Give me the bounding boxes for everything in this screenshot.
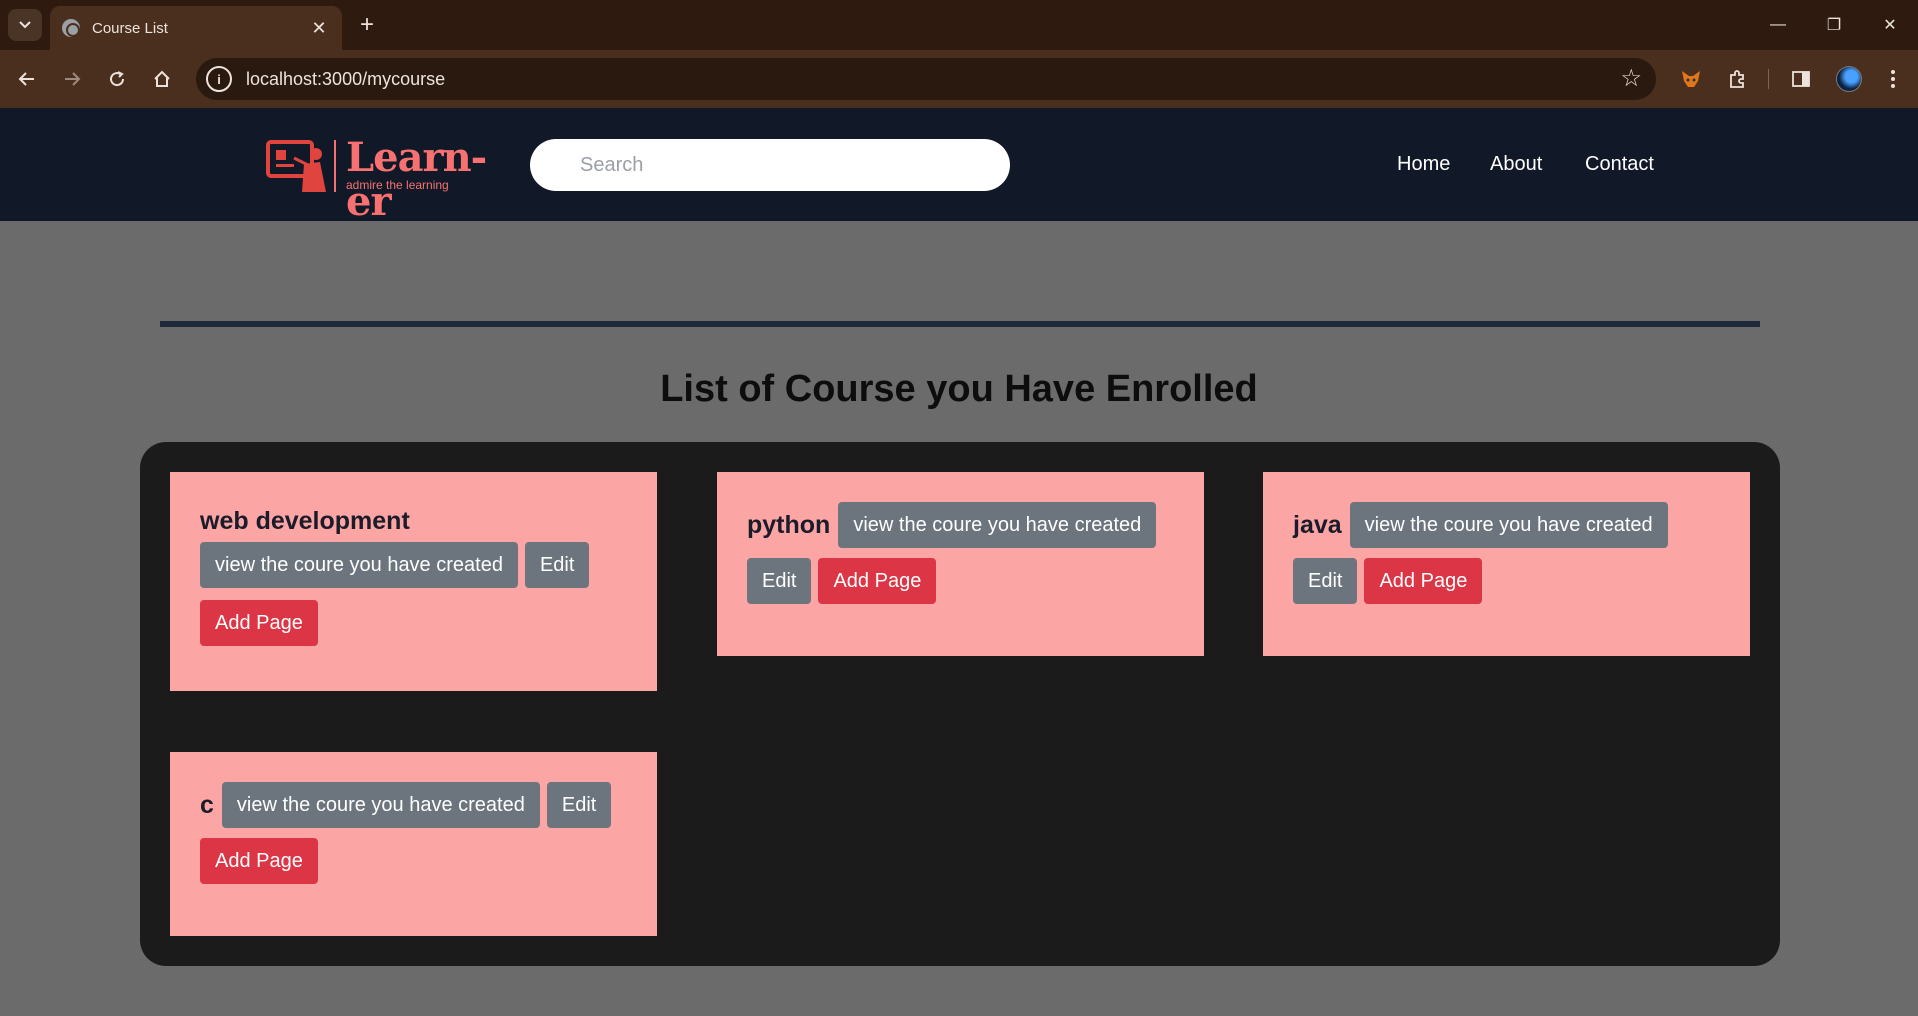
browser-tab[interactable]: Course List ✕ <box>50 6 342 50</box>
globe-icon <box>62 19 80 37</box>
edit-button[interactable]: Edit <box>524 542 590 588</box>
browser-toolbar: i localhost:3000/mycourse ☆ <box>0 50 1918 108</box>
add-page-button[interactable]: Add Page <box>200 600 318 646</box>
reload-icon[interactable] <box>100 62 134 96</box>
page-title: List of Course you Have Enrolled <box>660 368 1258 410</box>
view-course-button[interactable]: view the coure you have created <box>221 782 540 828</box>
horizontal-rule <box>160 321 1760 327</box>
nav-link-home[interactable]: Home <box>1397 153 1450 176</box>
course-name: python <box>747 510 831 539</box>
tab-search-icon[interactable] <box>8 9 42 41</box>
address-bar[interactable]: i localhost:3000/mycourse ☆ <box>196 58 1656 100</box>
toolbar-divider <box>1768 69 1769 89</box>
forward-icon[interactable] <box>55 62 89 96</box>
extensions-icon[interactable] <box>1720 62 1754 96</box>
site-logo[interactable]: Learn-er admire the learning <box>264 136 522 224</box>
minimize-button[interactable]: — <box>1750 8 1806 42</box>
add-page-button[interactable]: Add Page <box>1364 558 1483 604</box>
course-card: c view the coure you have created Edit A… <box>170 752 657 936</box>
browser-tabstrip: Course List ✕ + — ❐ ✕ <box>0 0 1918 50</box>
course-name: java <box>1293 510 1342 539</box>
course-name: web development <box>200 507 410 535</box>
url-text: localhost:3000/mycourse <box>246 68 446 89</box>
restore-button[interactable]: ❐ <box>1806 8 1862 42</box>
profile-avatar[interactable] <box>1836 66 1862 92</box>
star-icon[interactable]: ☆ <box>1620 64 1642 93</box>
tab-title: Course List <box>92 19 168 37</box>
course-name: c <box>200 790 214 819</box>
nav-link-contact[interactable]: Contact <box>1585 153 1654 176</box>
metamask-icon[interactable] <box>1674 62 1708 96</box>
nav-link-about[interactable]: About <box>1490 153 1542 176</box>
add-page-button[interactable]: Add Page <box>818 558 937 604</box>
site-info-icon[interactable]: i <box>206 66 232 92</box>
course-card: java view the coure you have created Edi… <box>1263 472 1750 656</box>
search-input[interactable] <box>530 139 1010 191</box>
course-card: web development view the coure you have … <box>170 472 657 691</box>
view-course-button[interactable]: view the coure you have created <box>838 502 1157 548</box>
edit-button[interactable]: Edit <box>546 782 612 828</box>
side-panel-icon[interactable] <box>1784 62 1818 96</box>
view-course-button[interactable]: view the coure you have created <box>200 542 518 588</box>
menu-icon[interactable] <box>1876 62 1910 96</box>
close-icon[interactable]: ✕ <box>308 18 330 39</box>
back-icon[interactable] <box>10 62 44 96</box>
home-icon[interactable] <box>145 62 179 96</box>
add-page-button[interactable]: Add Page <box>200 838 318 884</box>
edit-button[interactable]: Edit <box>1293 558 1358 604</box>
plus-icon[interactable]: + <box>352 10 382 40</box>
course-card: python view the coure you have created E… <box>717 472 1204 656</box>
teacher-board-icon <box>266 140 336 192</box>
view-course-button[interactable]: view the coure you have created <box>1349 502 1668 548</box>
logo-tagline: admire the learning <box>346 178 449 192</box>
site-navbar: Learn-er admire the learning Home About … <box>0 108 1918 224</box>
window-close-button[interactable]: ✕ <box>1862 8 1918 42</box>
edit-button[interactable]: Edit <box>747 558 812 604</box>
